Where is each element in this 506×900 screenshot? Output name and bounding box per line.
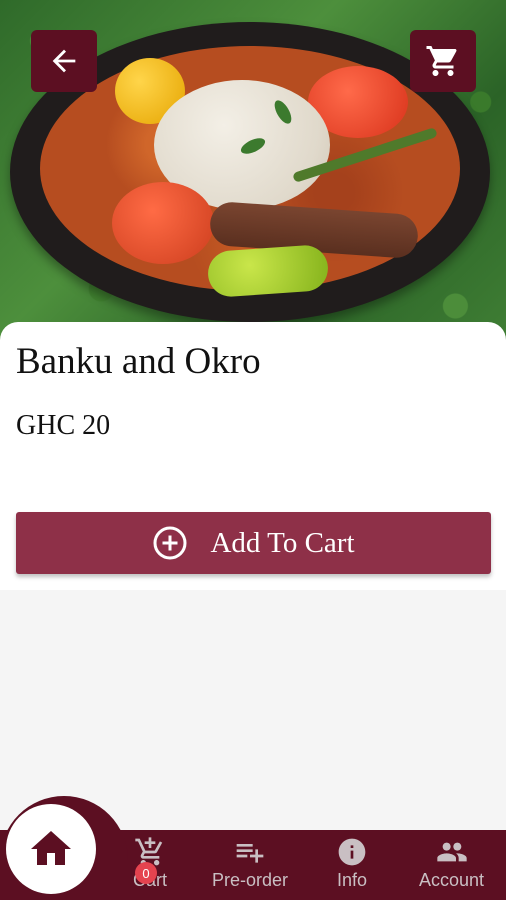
people-icon: [436, 842, 467, 862]
nav-preorder-label: Pre-order: [212, 870, 289, 890]
nav-account[interactable]: Account: [419, 836, 484, 891]
product-price: GHC 20: [16, 410, 111, 441]
info-icon: [338, 838, 366, 866]
nav-home[interactable]: [6, 804, 96, 894]
cart-button[interactable]: [410, 30, 476, 92]
nav-info[interactable]: Info: [336, 836, 368, 891]
cart-count-badge: 0: [135, 862, 157, 884]
arrow-left-icon: [52, 49, 76, 73]
add-to-cart-label: Add To Cart: [210, 526, 355, 559]
nav-info-label: Info: [336, 870, 368, 890]
cart-icon: [426, 46, 457, 76]
playlist-add-icon: [236, 844, 264, 863]
add-circle-icon: [153, 526, 187, 560]
add-to-cart-button[interactable]: Add To Cart: [16, 512, 491, 574]
nav-account-label: Account: [419, 870, 485, 890]
crab: [112, 182, 214, 264]
green-pepper: [206, 243, 330, 299]
home-icon: [31, 831, 71, 865]
nav-preorder[interactable]: Pre-order: [212, 836, 288, 891]
product-title: Banku and Okro: [16, 341, 261, 382]
back-button[interactable]: [31, 30, 97, 92]
